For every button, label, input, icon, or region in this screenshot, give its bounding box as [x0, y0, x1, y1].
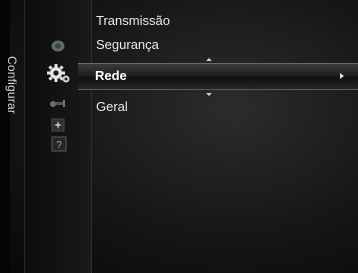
category-icon-column: ?: [24, 0, 92, 273]
menu-category-label: Configurar: [5, 55, 19, 115]
menu-item-geral[interactable]: Geral: [96, 99, 128, 114]
scroll-up-icon: [206, 58, 212, 61]
menu-item-transmissao[interactable]: Transmissão: [96, 13, 170, 28]
input-icon[interactable]: [49, 97, 67, 111]
selected-item-label: Rede: [95, 68, 127, 83]
channel-icon[interactable]: [49, 38, 67, 54]
application-icon[interactable]: [51, 117, 65, 133]
menu-item-rede-selected[interactable]: Rede: [78, 58, 358, 96]
support-help-icon[interactable]: ?: [51, 136, 67, 152]
left-edge: [0, 0, 10, 273]
menu-list: Transmissão Segurança Geral: [90, 0, 358, 273]
svg-text:?: ?: [56, 140, 62, 151]
menu-item-seguranca[interactable]: Segurança: [96, 37, 159, 52]
settings-gear-icon[interactable]: [46, 62, 72, 86]
tv-menu-screen: Configurar ? Transmissão Segurança Geral…: [0, 0, 358, 273]
scroll-down-icon: [206, 93, 212, 96]
submenu-arrow-icon[interactable]: [340, 73, 344, 79]
